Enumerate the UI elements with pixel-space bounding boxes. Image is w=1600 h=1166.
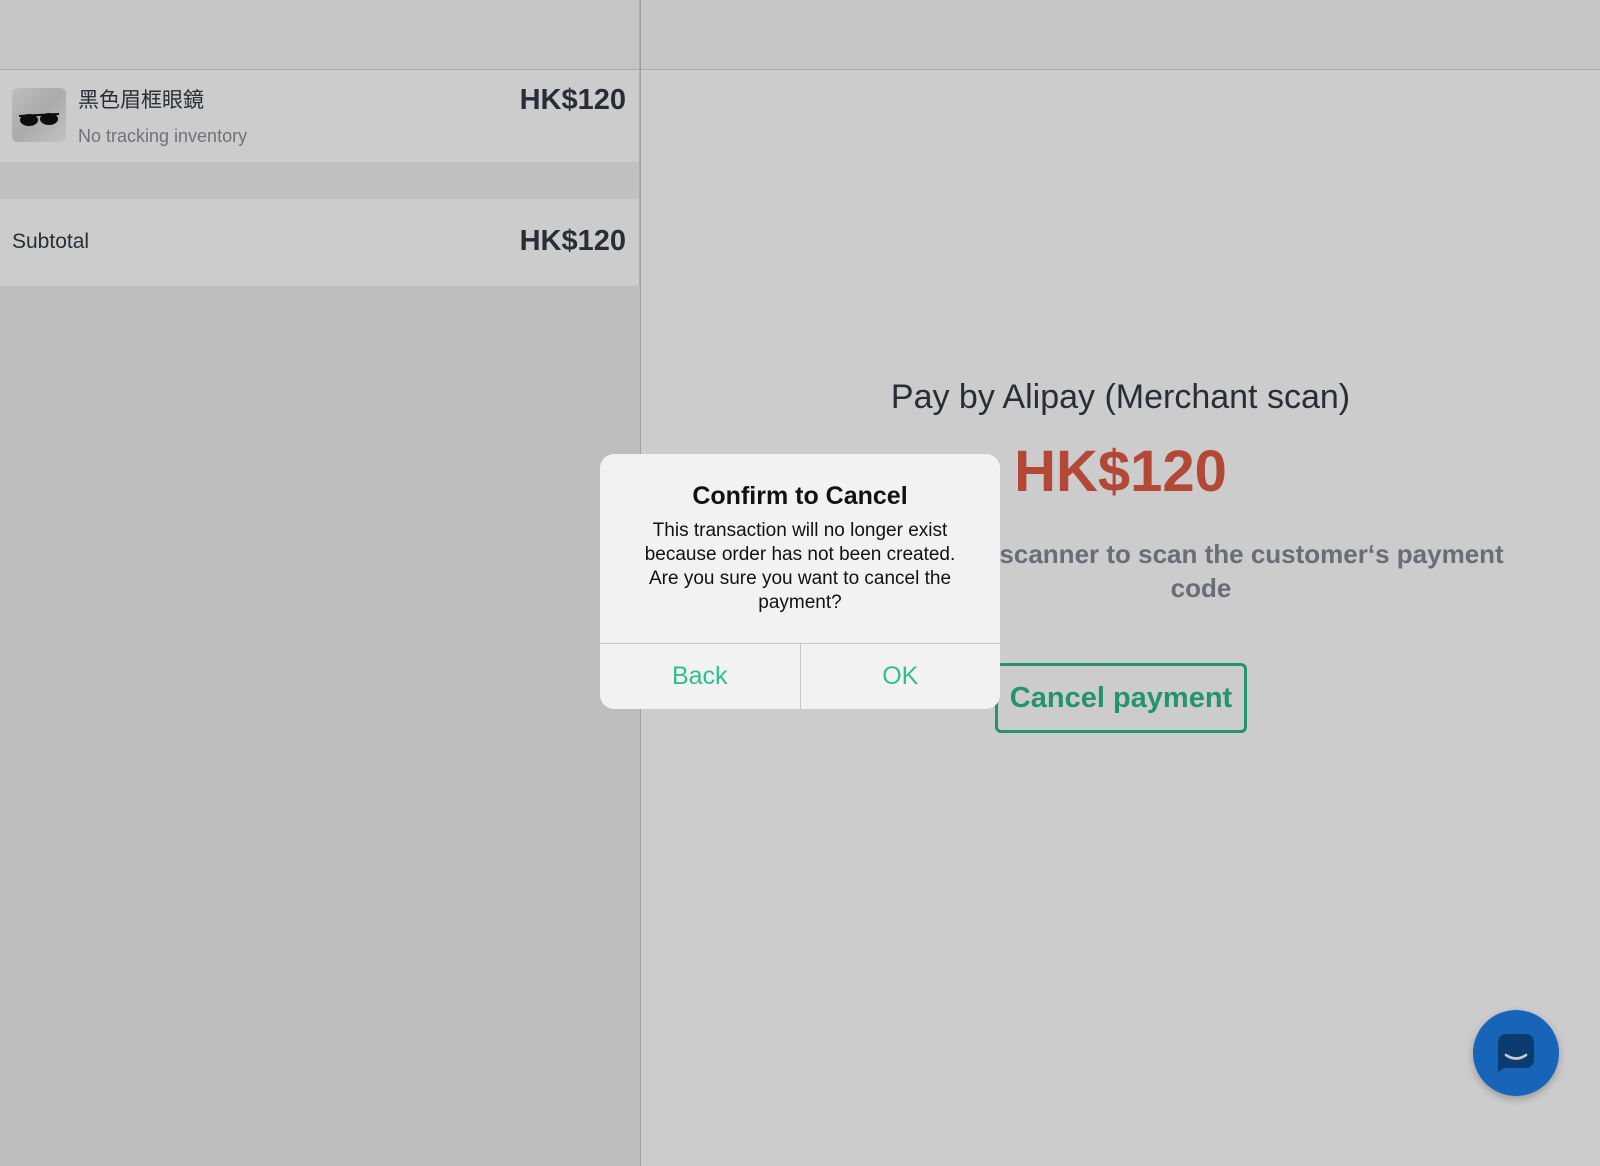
back-button[interactable]: Back bbox=[600, 644, 801, 709]
ok-button[interactable]: OK bbox=[801, 644, 1001, 709]
dialog-title: Confirm to Cancel bbox=[692, 482, 908, 510]
dialog-actions: Back OK bbox=[600, 643, 1000, 709]
confirm-cancel-dialog: Confirm to Cancel This transaction will … bbox=[600, 454, 1000, 709]
dialog-message: This transaction will no longer exist be… bbox=[644, 520, 956, 613]
